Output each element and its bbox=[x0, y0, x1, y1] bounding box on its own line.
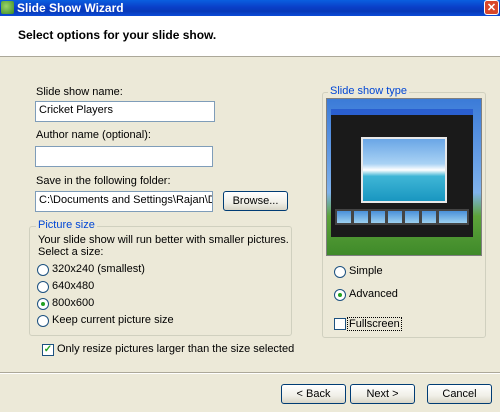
close-icon[interactable]: ✕ bbox=[484, 0, 499, 15]
author-name-label: Author name (optional): bbox=[36, 129, 151, 141]
save-folder-input[interactable]: C:\Documents and Settings\Rajan\Des bbox=[35, 191, 213, 212]
type-option-advanced[interactable]: Advanced bbox=[349, 288, 398, 300]
app-icon bbox=[1, 1, 14, 14]
fullscreen-label[interactable]: Fullscreen bbox=[347, 317, 402, 331]
save-folder-label: Save in the following folder: bbox=[36, 175, 171, 187]
footer-divider bbox=[0, 372, 500, 374]
size-radio-640[interactable] bbox=[37, 281, 49, 293]
size-option-320[interactable]: 320x240 (smallest) bbox=[52, 263, 145, 275]
picture-size-title: Picture size bbox=[36, 219, 97, 231]
picture-size-hint: Your slide show will run better with sma… bbox=[38, 234, 289, 246]
size-radio-keep[interactable] bbox=[37, 315, 49, 327]
fullscreen-checkbox[interactable] bbox=[334, 318, 346, 330]
size-option-800[interactable]: 800x600 bbox=[52, 297, 94, 309]
select-size-prompt: Select a size: bbox=[38, 246, 104, 258]
size-radio-320[interactable] bbox=[37, 264, 49, 276]
type-radio-advanced[interactable] bbox=[334, 289, 346, 301]
back-button[interactable]: < Back bbox=[281, 384, 346, 404]
size-option-640[interactable]: 640x480 bbox=[52, 280, 94, 292]
wizard-header: Select options for your slide show. bbox=[0, 16, 500, 57]
cancel-button[interactable]: Cancel bbox=[427, 384, 492, 404]
size-option-keep[interactable]: Keep current picture size bbox=[52, 314, 174, 326]
slide-show-name-input[interactable]: Cricket Players bbox=[35, 101, 215, 122]
resize-larger-checkbox[interactable]: ✓ bbox=[42, 344, 54, 356]
type-option-simple[interactable]: Simple bbox=[349, 265, 383, 277]
resize-larger-label[interactable]: Only resize pictures larger than the siz… bbox=[57, 343, 294, 355]
size-radio-800[interactable] bbox=[37, 298, 49, 310]
header-text: Select options for your slide show. bbox=[18, 28, 217, 42]
author-name-input[interactable] bbox=[35, 146, 213, 167]
window-title: Slide Show Wizard bbox=[17, 1, 124, 15]
title-bar[interactable]: Slide Show Wizard ✕ bbox=[0, 0, 500, 16]
next-button[interactable]: Next > bbox=[350, 384, 415, 404]
slide-show-type-title: Slide show type bbox=[328, 85, 410, 97]
slide-show-name-label: Slide show name: bbox=[36, 86, 123, 98]
browse-button[interactable]: Browse... bbox=[223, 191, 288, 211]
type-radio-simple[interactable] bbox=[334, 266, 346, 278]
slide-show-preview-image bbox=[326, 98, 482, 256]
